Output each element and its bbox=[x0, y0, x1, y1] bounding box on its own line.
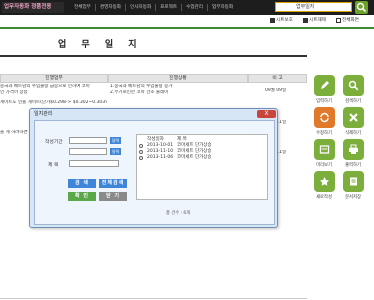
title-underline bbox=[0, 55, 307, 57]
top-bar: 업무자동화 정품전용 전체업무 경영자동화 인사자동화 프로젝트 수업관리 업무… bbox=[0, 0, 374, 15]
save-button[interactable] bbox=[343, 171, 364, 192]
search-icon bbox=[348, 80, 359, 91]
sheet-unprotect-button[interactable]: 시트해제 bbox=[303, 17, 326, 24]
table-cell[interactable]: 2.무기로인한 코마 건조 물레이 bbox=[110, 90, 247, 96]
sheet-unprotect-label: 시트해제 bbox=[309, 18, 326, 23]
title-input[interactable] bbox=[69, 160, 119, 167]
lock-icon bbox=[270, 18, 275, 23]
nav-item[interactable]: 프로젝트 bbox=[155, 4, 181, 11]
table-cell[interactable]: 09월 09일 bbox=[265, 88, 305, 94]
sheet-protect-button[interactable]: 시트보호 bbox=[270, 17, 293, 24]
new-doc-button[interactable] bbox=[314, 171, 335, 192]
table-cell[interactable]: 인 가격이 상승 bbox=[0, 90, 107, 96]
record-count: 총 건수 : 6개 bbox=[166, 211, 191, 216]
search-button-label: 검색하기 bbox=[345, 99, 361, 104]
end-date-calendar-button[interactable]: 달력 bbox=[110, 148, 121, 155]
search-all-button[interactable]: 전체검색 bbox=[99, 179, 127, 188]
edit-icon bbox=[320, 112, 329, 123]
page-title: 업 무 일 지 bbox=[58, 40, 143, 50]
end-date-input[interactable] bbox=[69, 148, 107, 155]
print-button[interactable] bbox=[343, 139, 364, 160]
delete-icon bbox=[349, 113, 358, 122]
log-list: 작성일자 제 목 2013-10-01 코마세트 단가상승 2013-11-10… bbox=[136, 134, 268, 200]
print-icon bbox=[349, 144, 358, 154]
nav-item[interactable]: 경영자동화 bbox=[94, 4, 125, 11]
fullscreen-toggle[interactable]: 전체화면 bbox=[336, 17, 359, 24]
title-label: 제 목 bbox=[48, 163, 59, 168]
input-button[interactable] bbox=[314, 75, 335, 96]
save-button-label: 문서저장 bbox=[345, 195, 361, 200]
radio-button[interactable] bbox=[139, 150, 143, 154]
radio-button[interactable] bbox=[139, 156, 143, 160]
list-item[interactable]: 2013-11-06 코마세트 단가상승 bbox=[137, 155, 267, 161]
search-input[interactable]: 업무일지 bbox=[275, 2, 352, 12]
start-date-input[interactable] bbox=[69, 137, 107, 144]
sheet-toolbar: 시트보호 시트해제 전체화면 bbox=[0, 15, 374, 26]
nav-item[interactable]: 전체업무 bbox=[70, 4, 95, 11]
column-header: 진행업무 bbox=[0, 74, 108, 83]
period-label: 작성기간 bbox=[45, 140, 63, 145]
nav-item[interactable]: 수업관리 bbox=[181, 4, 207, 11]
fullscreen-label: 전체화면 bbox=[342, 18, 359, 23]
checkbox-icon bbox=[336, 18, 341, 23]
nav-item[interactable]: 업무자동화 bbox=[207, 4, 237, 11]
save-icon bbox=[350, 177, 357, 186]
preview-button[interactable] bbox=[314, 139, 335, 160]
delete-button[interactable] bbox=[343, 107, 364, 128]
list-item-title: 코마세트 단가상승 bbox=[177, 155, 212, 160]
start-date-calendar-button[interactable]: 달력 bbox=[110, 137, 121, 144]
radio-button[interactable] bbox=[139, 144, 143, 148]
confirm-button[interactable]: 확 인 bbox=[68, 192, 96, 201]
list-item-date: 2013-11-06 bbox=[147, 155, 174, 160]
edit-button[interactable] bbox=[314, 107, 335, 128]
print-button-label: 출력하기 bbox=[345, 163, 361, 168]
unlock-icon bbox=[303, 18, 308, 23]
page-bottom-line bbox=[0, 298, 307, 299]
pencil-icon bbox=[321, 81, 329, 89]
list-header-date: 작성일자 bbox=[147, 137, 164, 142]
column-header: 비 고 bbox=[248, 74, 307, 83]
header-divider bbox=[0, 27, 374, 29]
table-cell[interactable]: 게이트도 인플 게이트(단가$0.298-> $0.302~0.303으로 bbox=[0, 100, 107, 106]
top-nav: 전체업무 경영자동화 인사자동화 프로젝트 수업관리 업무자동화 bbox=[70, 4, 237, 11]
list-header-title: 제 목 bbox=[177, 137, 187, 142]
preview-icon bbox=[319, 145, 330, 154]
search-records-button[interactable] bbox=[343, 75, 364, 96]
search-icon bbox=[356, 2, 367, 13]
dialog-title: 일지관리 bbox=[34, 111, 53, 117]
new-doc-icon bbox=[320, 177, 329, 186]
column-header: 진행상황 bbox=[108, 74, 248, 83]
close-button[interactable]: 닫 기 bbox=[99, 192, 127, 201]
dialog-close-button[interactable]: X bbox=[257, 110, 276, 118]
table-cell[interactable]: 을 게 하려하면 보 bbox=[0, 130, 30, 136]
log-manager-dialog: 일지관리 X 작성기간 달력 달력 제 목 검 색 전체검색 확 인 닫 기 작… bbox=[29, 108, 278, 228]
nav-item[interactable]: 인사자동화 bbox=[125, 4, 155, 11]
search-button[interactable]: 검 색 bbox=[68, 179, 96, 188]
dialog-body: 작성기간 달력 달력 제 목 검 색 전체검색 확 인 닫 기 작성일자 제 목… bbox=[34, 120, 275, 225]
delete-button-label: 삭제하기 bbox=[345, 131, 361, 136]
app-logo: 업무자동화 정품전용 bbox=[2, 2, 64, 13]
sheet-protect-label: 시트보호 bbox=[276, 18, 293, 23]
search-button[interactable] bbox=[355, 1, 368, 14]
